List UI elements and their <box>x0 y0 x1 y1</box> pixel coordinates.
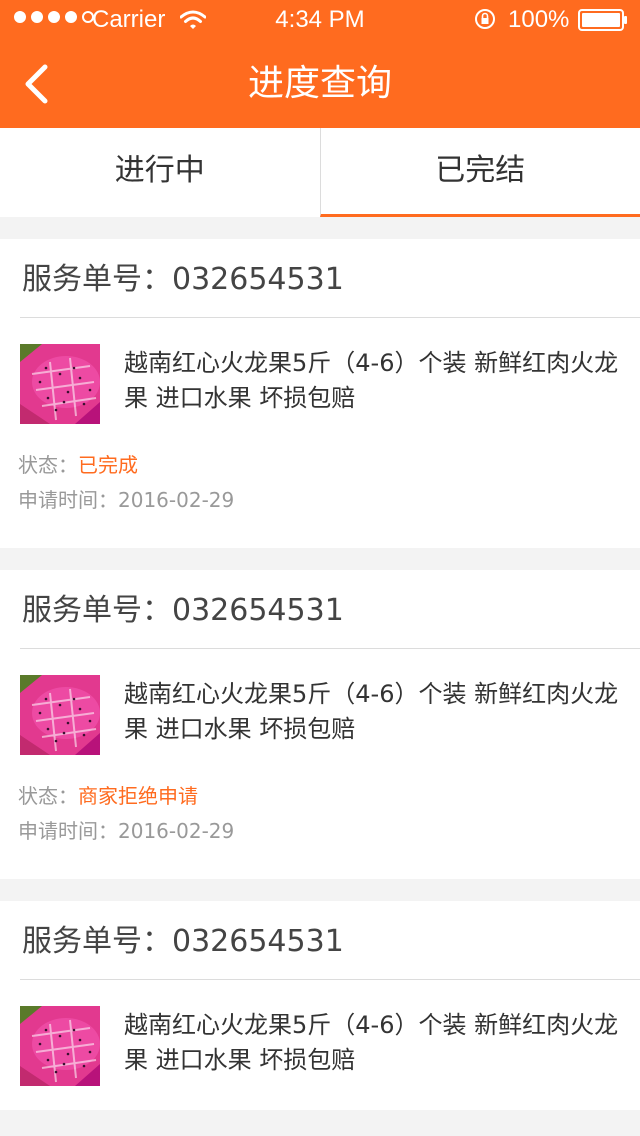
order-card[interactable]: 服务单号：032654531 越南红心火龙果5斤（4-6）个装 新鲜红肉火龙果 … <box>0 901 640 1110</box>
product-row: 越南红心火龙果5斤（4-6）个装 新鲜红肉火龙果 进口水果 坏损包赔 <box>0 980 640 1110</box>
header: Carrier 4:34 PM 100% 进度查询 <box>0 0 640 128</box>
order-number: 服务单号：032654531 <box>20 239 640 318</box>
navigation-bar: 进度查询 <box>0 40 640 128</box>
order-card[interactable]: 服务单号：032654531 越南红心火龙果5斤（4-6）个装 新鲜红肉火龙果 … <box>0 570 640 879</box>
dragon-fruit-image <box>20 675 100 755</box>
order-number: 服务单号：032654531 <box>20 570 640 649</box>
product-thumbnail <box>20 675 100 755</box>
product-name: 越南红心火龙果5斤（4-6）个装 新鲜红肉火龙果 进口水果 坏损包赔 <box>124 680 619 743</box>
product-thumbnail <box>20 1006 100 1086</box>
tab-completed[interactable]: 已完结 <box>319 128 640 217</box>
status-label: 状态： <box>18 453 78 477</box>
apply-time: 申请时间：2016-02-29 <box>18 488 235 512</box>
battery-icon <box>578 9 627 31</box>
product-name: 越南红心火龙果5斤（4-6）个装 新鲜红肉火龙果 进口水果 坏损包赔 <box>124 1011 619 1074</box>
order-number: 服务单号：032654531 <box>20 901 640 980</box>
order-list: 服务单号：032654531 越南红心火龙果5斤（4-6）个装 新鲜红肉火龙果 … <box>0 217 640 1110</box>
product-row: 越南红心火龙果5斤（4-6）个装 新鲜红肉火龙果 进口水果 坏损包赔 <box>0 318 640 448</box>
product-name: 越南红心火龙果5斤（4-6）个装 新鲜红肉火龙果 进口水果 坏损包赔 <box>124 349 619 412</box>
status-value: 已完成 <box>78 453 138 477</box>
order-card[interactable]: 服务单号：032654531 越南红心火龙果5斤（4-6）个装 新鲜红肉火龙果 … <box>0 239 640 548</box>
battery-percentage: 100% <box>508 6 570 33</box>
order-meta: 状态：已完成 申请时间：2016-02-29 <box>0 448 640 548</box>
apply-time: 申请时间：2016-02-29 <box>18 819 235 843</box>
tab-bar: 进行中 已完结 <box>0 128 640 217</box>
status-line: 状态：已完成 <box>18 448 620 483</box>
app-screen: Carrier 4:34 PM 100% 进度查询 进行中 已完结 服务单号：0… <box>0 0 640 1136</box>
status-label: 状态： <box>18 784 78 808</box>
product-row: 越南红心火龙果5斤（4-6）个装 新鲜红肉火龙果 进口水果 坏损包赔 <box>0 649 640 779</box>
status-line: 状态：商家拒绝申请 <box>18 779 620 814</box>
page-title: 进度查询 <box>247 63 392 104</box>
status-bar: Carrier 4:34 PM 100% <box>0 0 640 40</box>
tab-in-progress[interactable]: 进行中 <box>0 128 320 217</box>
dragon-fruit-image <box>20 344 100 424</box>
order-meta: 状态：商家拒绝申请 申请时间：2016-02-29 <box>0 779 640 879</box>
rotation-lock-icon <box>475 9 495 29</box>
status-value: 商家拒绝申请 <box>78 784 198 808</box>
dragon-fruit-image <box>20 1006 100 1086</box>
product-thumbnail <box>20 344 100 424</box>
